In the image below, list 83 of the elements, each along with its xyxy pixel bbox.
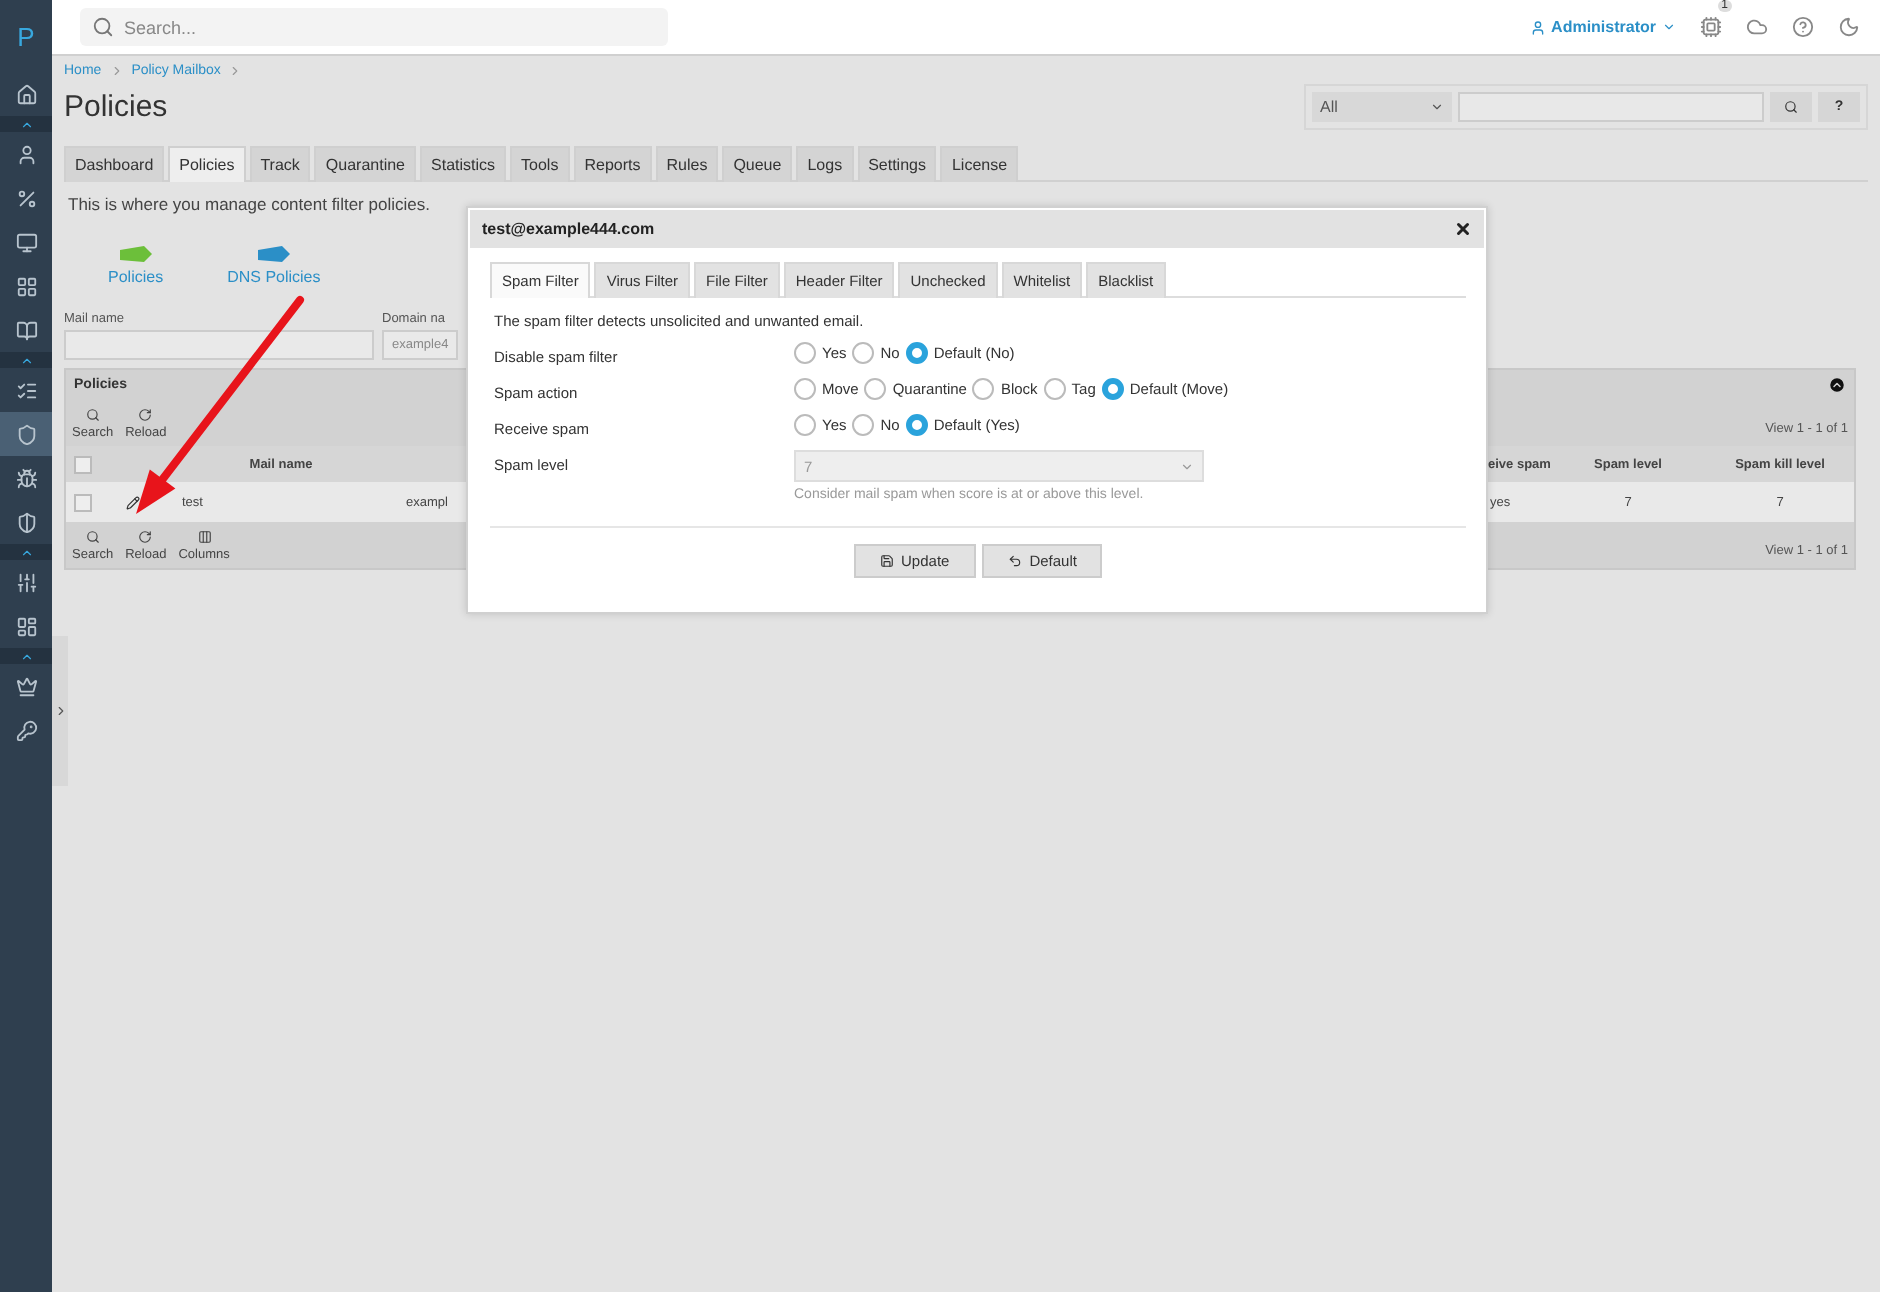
layout-icon — [15, 615, 37, 637]
moon-icon[interactable] — [1838, 16, 1860, 38]
close-icon — [1454, 220, 1472, 238]
radio-button[interactable] — [864, 378, 887, 400]
key-icon — [15, 719, 37, 741]
logo: P — [17, 19, 35, 55]
radio-button[interactable] — [852, 414, 875, 436]
select-all-checkbox[interactable] — [74, 455, 92, 473]
radio-button[interactable] — [794, 342, 816, 364]
edit-icon[interactable] — [125, 495, 139, 509]
scope-select[interactable]: All — [1312, 92, 1452, 122]
tab[interactable]: Quarantine — [314, 146, 417, 182]
caret-icon — [1180, 459, 1194, 473]
radio-button[interactable] — [972, 378, 995, 400]
reload-icon — [138, 530, 153, 544]
crown-icon — [15, 675, 37, 697]
search-field[interactable]: Search... — [80, 8, 668, 46]
sidebar-group-toggle[interactable] — [0, 648, 52, 664]
chevron-icon — [109, 64, 124, 78]
tab[interactable]: Settings — [857, 146, 937, 182]
grid-icon — [15, 275, 37, 297]
tab[interactable]: Tools — [510, 146, 570, 182]
chevron-up-icon — [19, 545, 33, 559]
search-icon — [85, 408, 100, 422]
search-icon — [92, 16, 114, 38]
undo-icon — [1007, 554, 1022, 568]
caret-icon — [1662, 20, 1676, 34]
radio-button[interactable] — [905, 342, 928, 364]
select-value: All — [1320, 98, 1338, 116]
tab[interactable]: Queue — [722, 146, 793, 182]
percent-icon — [15, 187, 37, 209]
radio-button[interactable] — [1101, 378, 1124, 400]
chevron-up-icon — [19, 649, 33, 663]
radio-button[interactable] — [794, 378, 816, 400]
columns-icon — [197, 530, 212, 544]
description: This is where you manage content filter policies. — [68, 194, 432, 214]
radio-button[interactable] — [794, 414, 816, 436]
sidebar-group-toggle[interactable] — [0, 544, 52, 560]
shield-icon — [15, 511, 37, 533]
tab[interactable]: Policies — [168, 146, 246, 182]
checklist-icon — [15, 379, 37, 401]
tab[interactable]: Logs — [796, 146, 854, 182]
collapse-icon[interactable] — [1828, 376, 1846, 394]
search-icon — [85, 530, 100, 544]
chevron-up-icon — [19, 117, 33, 131]
cloud-icon[interactable] — [1746, 16, 1768, 38]
shield-icon — [15, 423, 37, 445]
filter-input[interactable] — [1458, 92, 1764, 122]
sidebar-group-toggle[interactable] — [0, 352, 52, 368]
user-icon — [15, 143, 37, 165]
help-icon[interactable] — [1792, 16, 1814, 38]
chevron-icon — [228, 64, 243, 78]
page-title: Policies — [64, 90, 168, 124]
user-menu[interactable]: Administrator — [1529, 18, 1676, 36]
sliders-icon — [15, 571, 37, 593]
chevron-right-icon — [53, 704, 67, 718]
home-icon — [15, 83, 37, 105]
bug-icon — [15, 467, 37, 489]
sidebar-expand-handle[interactable] — [52, 636, 68, 786]
dialog-title: test@example444.com — [482, 220, 655, 238]
chevron-up-icon — [19, 353, 33, 367]
tab[interactable]: License — [940, 146, 1019, 182]
book-icon — [15, 319, 37, 341]
caret-icon — [1430, 100, 1444, 114]
radio-button[interactable] — [1043, 378, 1066, 400]
close-button[interactable] — [1454, 220, 1472, 238]
search-button[interactable] — [1770, 92, 1812, 122]
row-checkbox[interactable] — [74, 493, 92, 511]
tab[interactable]: Reports — [573, 146, 652, 182]
tab[interactable]: Statistics — [420, 146, 507, 182]
filter-field[interactable] — [64, 330, 374, 360]
sidebar-item[interactable] — [0, 412, 52, 456]
radio-button[interactable] — [852, 342, 875, 364]
radio-button[interactable] — [905, 414, 928, 436]
user-name: Administrator — [1551, 18, 1656, 36]
tab[interactable]: Rules — [655, 146, 719, 182]
search-icon — [1784, 100, 1798, 114]
reload-icon — [138, 408, 153, 422]
tab[interactable]: Track — [249, 146, 311, 182]
monitor-icon — [15, 231, 37, 253]
sidebar-group-toggle[interactable] — [0, 116, 52, 132]
user-icon — [1529, 19, 1546, 35]
tab[interactable]: Dashboard — [64, 146, 165, 182]
